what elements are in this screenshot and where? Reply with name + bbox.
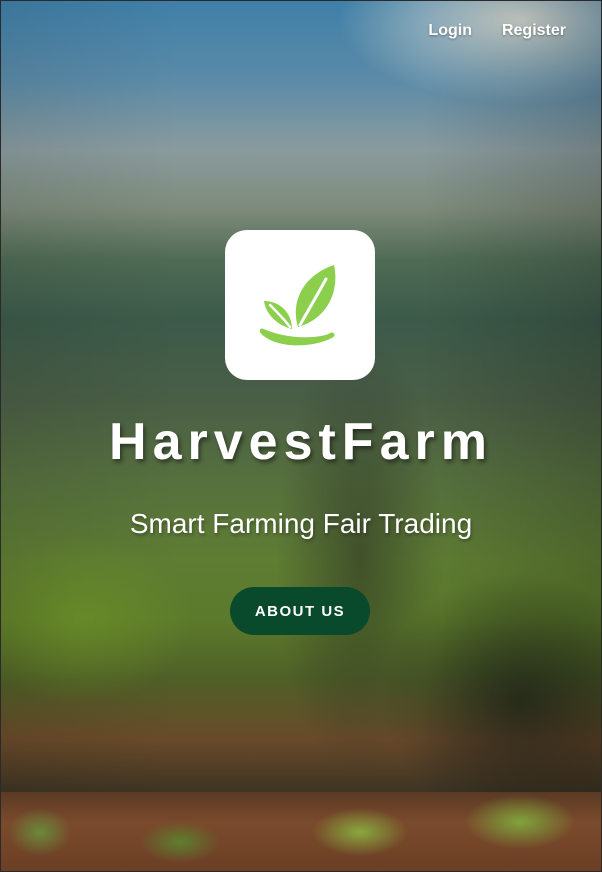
- landing-page: Login Register HarvestFarm Smart Farming…: [0, 0, 602, 872]
- top-nav: Login Register: [428, 22, 566, 40]
- about-us-button[interactable]: ABOUT US: [230, 587, 370, 635]
- login-link[interactable]: Login: [428, 22, 472, 40]
- hero-background-image: [0, 0, 602, 792]
- leaf-sprout-icon: [260, 265, 336, 346]
- ground-plants-image: [0, 792, 602, 872]
- tagline: Smart Farming Fair Trading: [129, 508, 473, 539]
- brand-name: HarvestFarm: [109, 413, 493, 471]
- app-logo: [225, 230, 375, 380]
- register-link[interactable]: Register: [502, 22, 566, 40]
